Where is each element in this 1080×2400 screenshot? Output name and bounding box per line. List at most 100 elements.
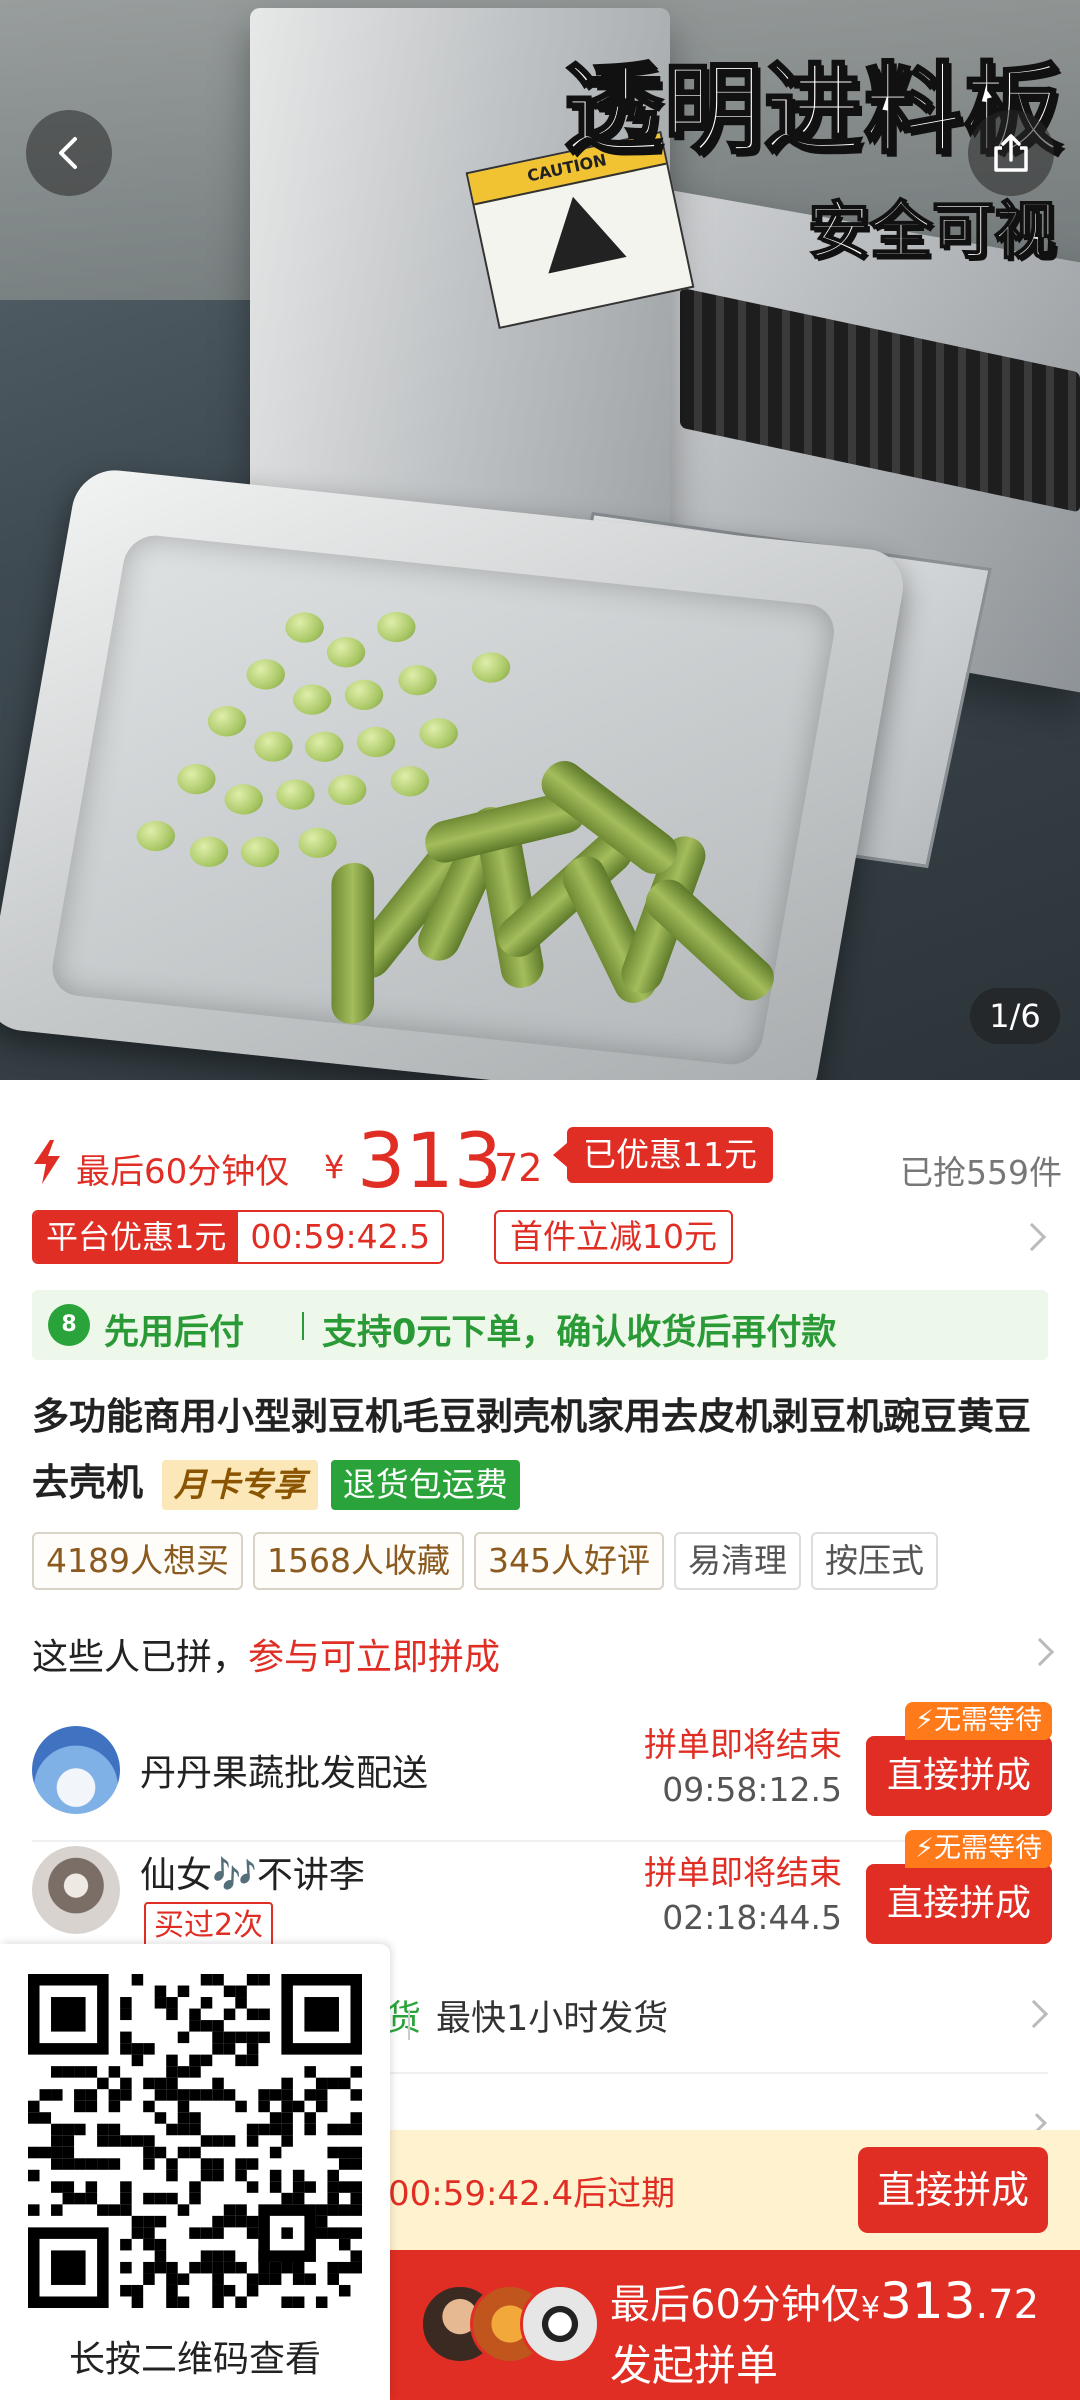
bean <box>290 682 334 717</box>
qr-module <box>350 2261 362 2274</box>
qr-module <box>85 2158 98 2170</box>
qr-module <box>338 2227 351 2239</box>
qr-caption: 长按二维码查看 <box>68 2339 321 2380</box>
qr-module <box>154 2112 167 2124</box>
qr-module <box>51 2066 63 2078</box>
qr-module <box>269 2089 282 2101</box>
qr-module <box>235 2054 247 2067</box>
qr-module <box>315 2089 328 2101</box>
join-group-button[interactable]: 直接拼成 <box>866 1864 1052 1944</box>
chip-favorites: 1568人收藏 <box>252 1532 464 1590</box>
qr-module <box>246 2284 259 2297</box>
qr-module <box>212 2227 224 2239</box>
qr-module <box>338 2077 351 2090</box>
qr-module <box>258 2089 270 2101</box>
qr-module <box>143 2146 155 2159</box>
qr-module <box>143 2215 155 2228</box>
qr-module <box>315 2077 328 2090</box>
qr-module <box>166 2123 178 2136</box>
discount-tag: 已优惠11元 <box>553 1127 773 1183</box>
group-user-name: 仙女🎶不讲李 <box>140 1855 365 1896</box>
join-group-button[interactable]: 直接拼成 <box>866 1736 1052 1816</box>
platform-coupon[interactable]: 平台优惠1元 00:59:42.5 <box>32 1210 445 1264</box>
qr-module <box>246 2008 259 2021</box>
qr-module <box>189 2192 201 2205</box>
qr-module <box>350 2112 362 2124</box>
qr-module <box>120 2204 132 2216</box>
first-item-coupon[interactable]: 首件立减10元 <box>494 1210 733 1264</box>
free-return-tag: 退货包运费 <box>330 1459 520 1510</box>
pay-later-text: 支持0元下单，确认收货后再付款 <box>322 1313 837 1353</box>
qr-module <box>189 2261 201 2274</box>
qr-module <box>350 2192 362 2205</box>
qr-module <box>154 2250 167 2262</box>
launch-prefix: 最后60分钟仅 <box>610 2282 861 2328</box>
qr-module <box>143 2261 155 2274</box>
qr-module <box>315 2204 328 2216</box>
qr-module <box>189 2112 201 2124</box>
pod <box>331 861 375 1025</box>
qr-module <box>212 2261 224 2274</box>
qr-module <box>350 2227 362 2239</box>
group-countdown: 02:18:44.5 <box>662 1898 842 1937</box>
qr-module <box>97 2123 109 2136</box>
qr-module <box>315 2227 328 2239</box>
qr-module <box>212 2296 224 2308</box>
bean <box>134 818 178 853</box>
qr-module <box>120 2077 132 2090</box>
qr-module <box>51 2181 63 2193</box>
qr-module <box>51 2158 63 2170</box>
qr-module <box>269 2169 282 2182</box>
qr-code-panel[interactable]: 长按二维码查看 <box>0 1944 390 2400</box>
qr-module <box>177 2066 190 2078</box>
qr-module <box>51 2135 63 2147</box>
bean <box>174 762 218 797</box>
qr-module <box>166 2296 178 2308</box>
price-prefix: 最后60分钟仅 <box>76 1152 290 1192</box>
qr-module <box>212 1974 224 1986</box>
qr-module <box>212 2031 224 2044</box>
back-button[interactable] <box>26 110 112 196</box>
direct-join-button[interactable]: 直接拼成 <box>858 2147 1048 2233</box>
product-image-carousel[interactable]: CAUTION 透明进料板 安全可视 1/6 <box>0 0 1080 1080</box>
qr-module <box>327 2192 339 2205</box>
qr-module <box>39 2146 52 2159</box>
qr-module <box>350 2066 362 2078</box>
qr-module <box>246 2227 259 2239</box>
chevron-right-icon <box>1017 1222 1047 1252</box>
qr-module <box>292 2192 305 2205</box>
qr-module <box>235 2031 247 2044</box>
qr-module <box>200 2089 213 2101</box>
qr-module <box>143 2227 155 2239</box>
qr-module <box>292 2169 305 2182</box>
qr-module <box>212 2158 224 2170</box>
pay-later-banner[interactable]: 8 先用后付 支持0元下单，确认收货后再付款 <box>32 1290 1048 1360</box>
qr-module <box>304 2089 316 2101</box>
coupon-row[interactable]: 平台优惠1元 00:59:42.5 首件立减10元 <box>32 1210 1052 1266</box>
qr-module <box>235 2169 247 2182</box>
qr-module <box>269 2273 282 2285</box>
shipping-tag-partial: 货 <box>386 1999 422 2039</box>
chip-reviews[interactable]: 345人好评 <box>473 1532 664 1590</box>
qr-module <box>246 2054 259 2067</box>
qr-module <box>28 2169 40 2182</box>
qr-module <box>338 2146 351 2159</box>
group-buy-header[interactable]: 这些人已拼，参与可立即拼成 <box>32 1628 500 1680</box>
qr-module <box>108 2123 121 2136</box>
qr-module <box>350 2204 362 2216</box>
share-button[interactable] <box>968 110 1054 196</box>
qr-module <box>292 2100 305 2113</box>
bean <box>222 782 266 817</box>
qr-module <box>200 2169 213 2182</box>
qr-module <box>166 2261 178 2274</box>
qr-module <box>246 2031 259 2044</box>
qr-module <box>212 2215 224 2228</box>
qr-code[interactable] <box>28 1974 362 2308</box>
qr-module <box>235 2215 247 2228</box>
qr-module <box>131 2227 144 2239</box>
qr-module <box>154 2238 167 2251</box>
qr-module <box>51 1997 86 2032</box>
qr-module <box>281 2296 293 2308</box>
qr-module <box>120 2031 132 2044</box>
bean <box>417 716 461 751</box>
